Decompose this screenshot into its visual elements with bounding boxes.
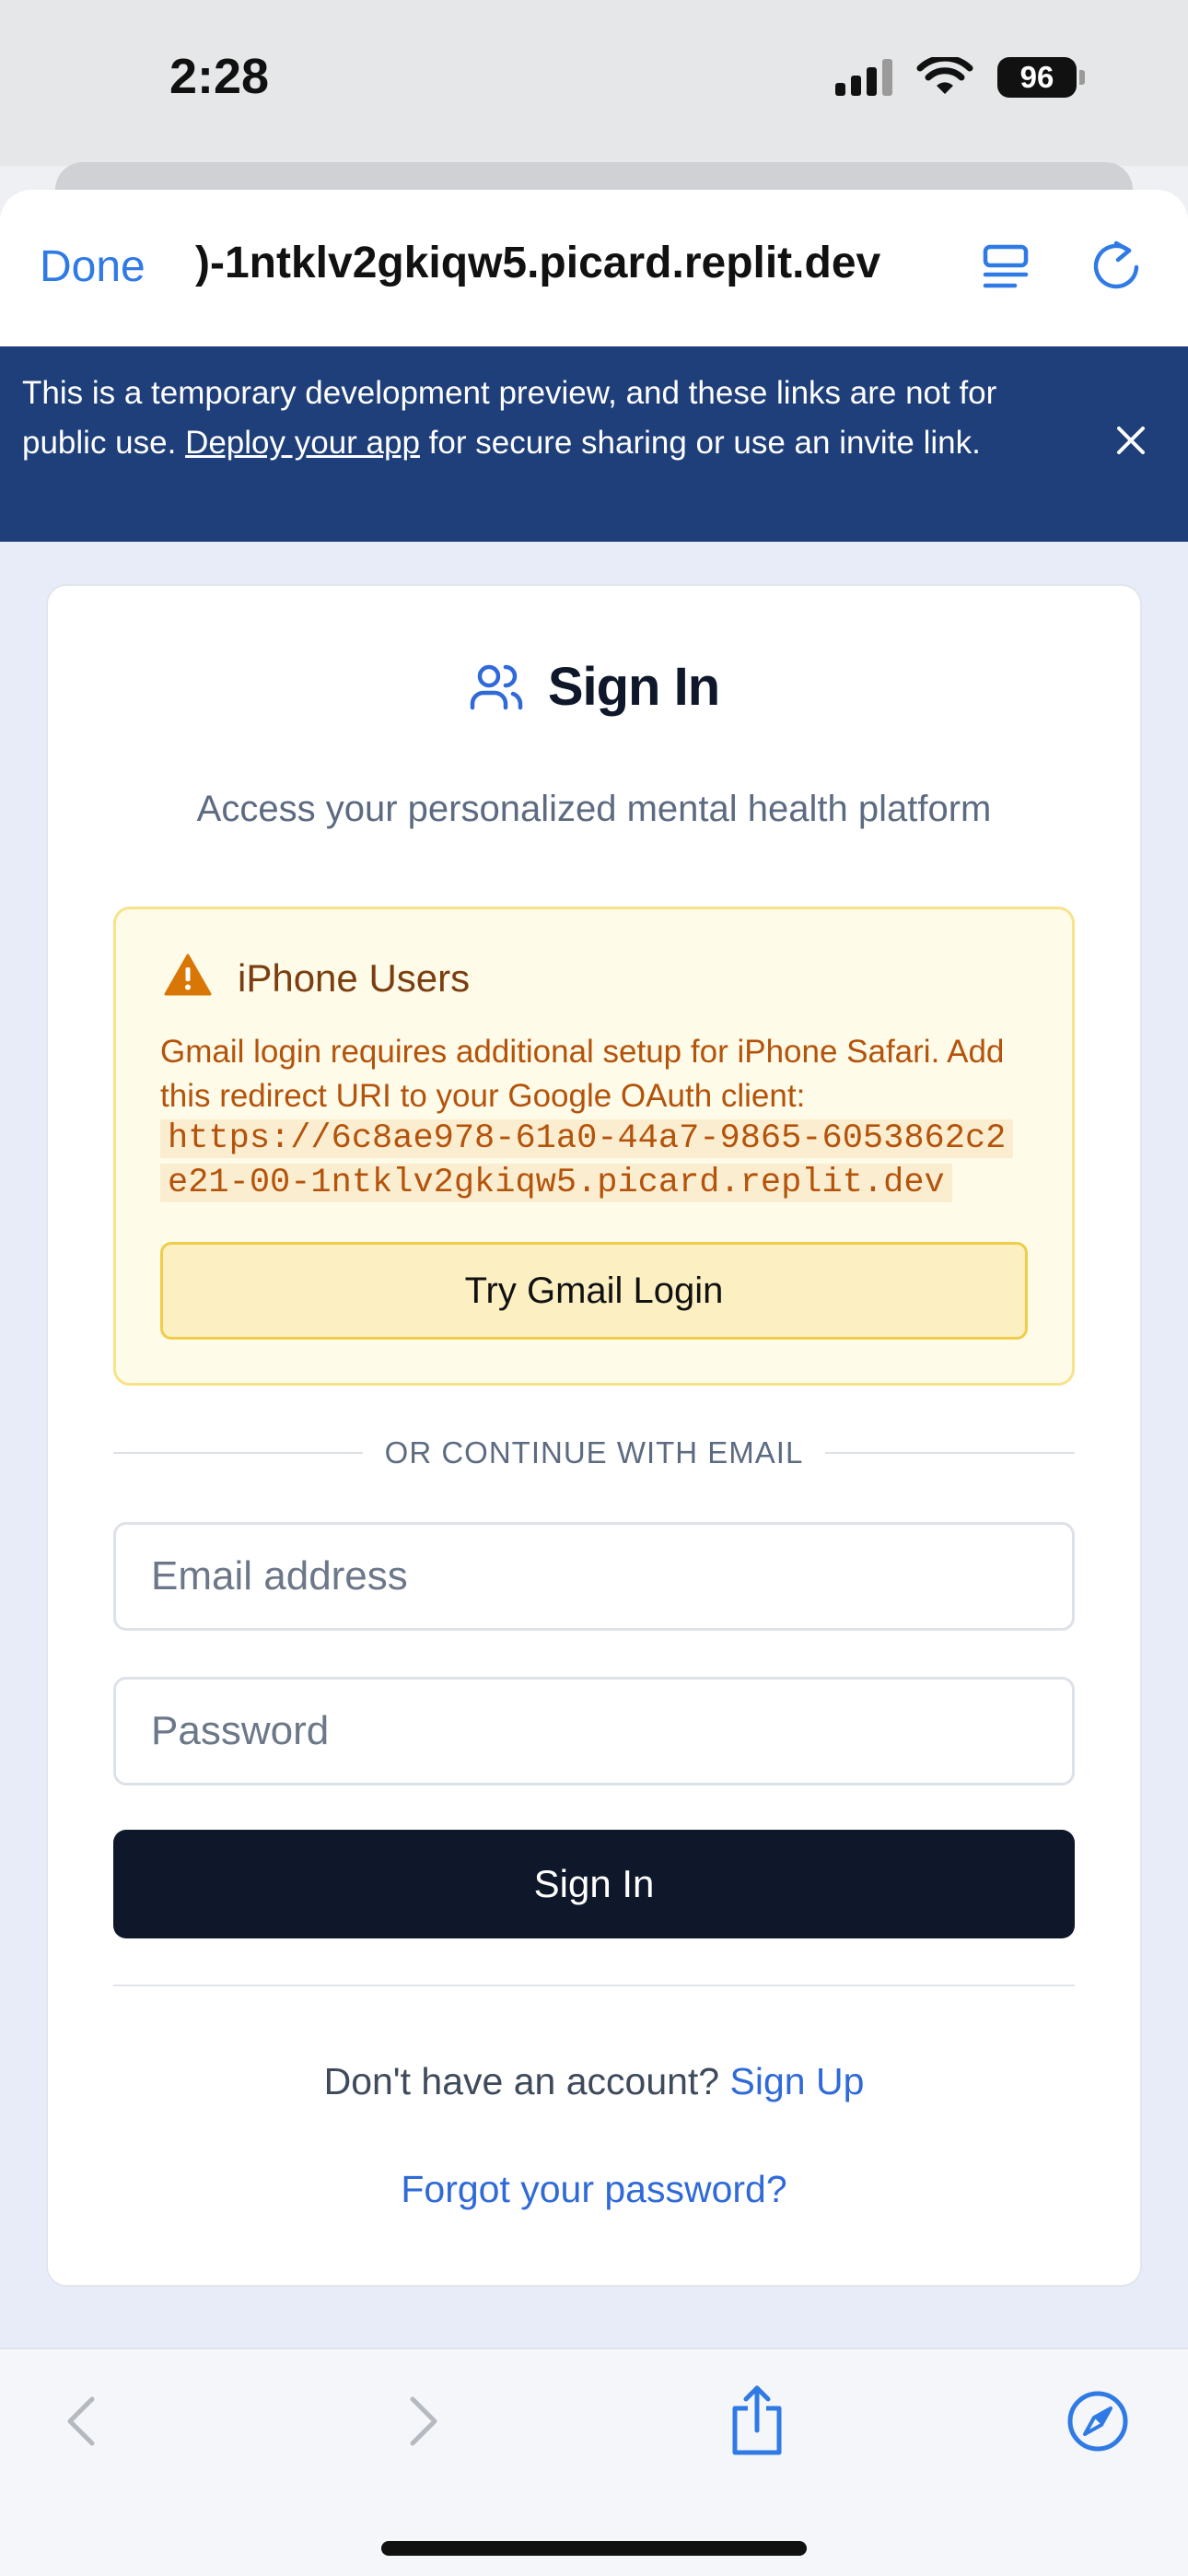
close-icon[interactable] [1114,424,1147,457]
try-gmail-login-button[interactable]: Try Gmail Login [160,1242,1028,1340]
page-subtitle: Access your personalized mental health p… [196,789,992,829]
warning-text: Gmail login requires additional setup fo… [160,1034,1005,1114]
home-indicator [381,2541,807,2556]
email-field[interactable] [113,1522,1075,1631]
warning-title: iPhone Users [238,956,471,1000]
divider-line-right [825,1452,1075,1454]
banner-text-after: for secure sharing or use an invite link… [419,425,981,461]
status-time: 2:28 [169,49,270,104]
dev-preview-banner: This is a temporary development preview,… [0,346,1188,542]
or-divider: OR CONTINUE WITH EMAIL [113,1430,1075,1476]
cellular-signal-icon [835,59,892,96]
chevron-left-icon[interactable] [61,2392,101,2451]
reader-icon[interactable] [982,241,1030,293]
battery-level: 96 [997,57,1077,98]
banner-text: This is a temporary development preview,… [22,369,1063,468]
page-title: Sign In [547,657,720,717]
reload-icon[interactable] [1089,238,1144,293]
signin-header: Sign In [0,656,1188,718]
sign-in-button[interactable]: Sign In [113,1830,1075,1938]
wifi-icon [916,57,973,94]
url-text[interactable]: )-1ntklv2gkiqw5.picard.replit.dev [195,238,950,288]
users-icon [470,664,523,709]
chevron-right-icon[interactable] [403,2392,444,2451]
forgot-password-row: Forgot your password? [0,2168,1188,2211]
footer-separator [113,1985,1075,1986]
redirect-uri: https://6c8ae978-61a0-44a7-9865-6053862c… [160,1119,1014,1202]
forgot-password-link[interactable]: Forgot your password? [401,2168,786,2210]
signup-row: Don't have an account? Sign Up [0,2060,1188,2103]
sign-up-link[interactable]: Sign Up [730,2060,865,2102]
divider-line-left [113,1452,363,1454]
compass-icon[interactable] [1066,2390,1129,2453]
deploy-app-link[interactable]: Deploy your app [185,425,420,461]
redirect-uri-code: https://6c8ae978-61a0-44a7-9865-6053862c… [160,1117,1014,1205]
status-icons: 96 [835,57,1085,98]
share-icon[interactable] [728,2384,786,2456]
done-button[interactable]: Done [40,241,146,292]
warning-triangle-icon [164,954,212,996]
no-account-text: Don't have an account? [323,2060,730,2102]
password-field[interactable] [113,1677,1075,1786]
divider-text: OR CONTINUE WITH EMAIL [384,1435,804,1469]
battery-icon: 96 [997,57,1085,98]
